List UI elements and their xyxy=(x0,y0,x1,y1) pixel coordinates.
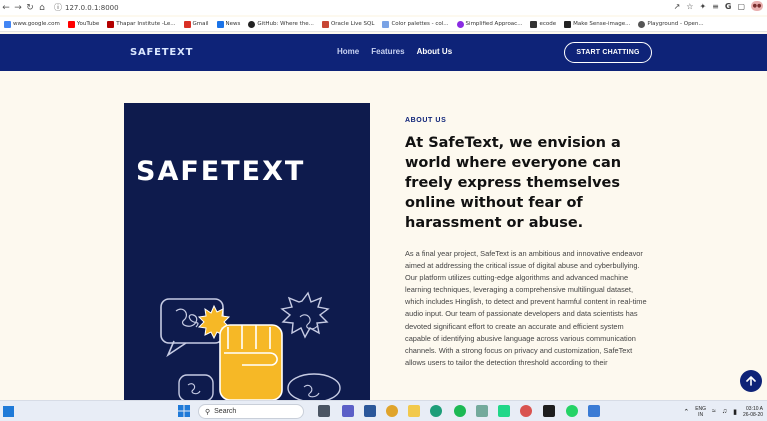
youtube-icon xyxy=(67,20,75,28)
whatsapp-app-icon[interactable] xyxy=(566,405,578,417)
file-explorer-icon[interactable] xyxy=(408,405,420,417)
bookmark-item[interactable]: Oracle Live SQL xyxy=(321,20,374,28)
arrow-up-icon xyxy=(746,376,756,386)
bookmark-item[interactable]: Color palettes - col... xyxy=(382,20,449,28)
makesense-icon xyxy=(564,20,572,28)
battery-icon[interactable]: ▮ xyxy=(733,408,737,416)
scroll-to-top-button[interactable] xyxy=(740,370,762,392)
bookmarks-bar: www.google.com YouTube Thapar Institute … xyxy=(0,17,767,32)
chrome-app-icon[interactable] xyxy=(386,405,398,417)
search-icon: ⚲ xyxy=(205,408,211,416)
profile-avatar[interactable]: ●● xyxy=(751,1,763,11)
info-icon[interactable]: ⓘ xyxy=(54,2,62,13)
nav-home-link[interactable]: Home xyxy=(337,47,359,56)
forward-icon[interactable]: → xyxy=(12,3,24,13)
clock[interactable]: 03:10 A 26-08-20 xyxy=(743,406,763,418)
chatgpt-app-icon[interactable] xyxy=(476,405,488,417)
bookmark-item[interactable]: News xyxy=(216,20,240,28)
about-heading: At SafeText, we envision a world where e… xyxy=(405,135,622,231)
wifi-icon[interactable]: ≈ xyxy=(712,408,716,415)
bookmark-item[interactable]: Playground - Open... xyxy=(638,20,704,28)
volume-icon[interactable]: ♫ xyxy=(722,408,727,415)
raised-fist-illustration xyxy=(160,291,341,400)
url-field[interactable]: ⓘ 127.0.0.1:8000 xyxy=(54,2,119,13)
terminal-app-icon[interactable] xyxy=(543,405,555,417)
search-label: Search xyxy=(214,408,237,415)
simplified-icon xyxy=(456,20,464,28)
bookmark-item[interactable]: GitHub: Where the... xyxy=(248,20,314,28)
site-logo[interactable]: SAFETEXT xyxy=(130,47,193,58)
bookmark-item[interactable]: Thapar Institute -Le... xyxy=(107,20,176,28)
bookmark-item[interactable]: Gmail xyxy=(183,20,209,28)
spotify-app-icon[interactable] xyxy=(454,405,466,417)
reading-list-icon[interactable]: ≡ xyxy=(712,2,719,11)
widgets-icon[interactable] xyxy=(3,406,14,417)
chevron-up-icon[interactable]: ⌃ xyxy=(683,408,689,416)
language-indicator[interactable]: ENG IN xyxy=(695,406,706,418)
start-chatting-button[interactable]: START CHATTING xyxy=(564,42,652,63)
gmail-icon xyxy=(183,20,191,28)
home-icon[interactable]: ⌂ xyxy=(36,3,48,13)
bookmark-item[interactable]: Simplified Approac... xyxy=(456,20,522,28)
word-app-icon[interactable] xyxy=(364,405,376,417)
main-menu: Home Features About Us xyxy=(337,47,452,56)
bookmark-item[interactable]: YouTube xyxy=(67,20,99,28)
windows-taskbar: ⚲ Search ⌃ ENG IN ≈ ♫ ▮ 03:10 A 26-08-20 xyxy=(0,400,767,421)
site-header: SAFETEXT Home Features About Us START CH… xyxy=(0,34,767,71)
about-illustration: SAFETEXT xyxy=(124,103,370,400)
ecode-icon xyxy=(530,20,538,28)
palette-icon xyxy=(382,20,390,28)
bookmark-item[interactable]: www.google.com xyxy=(4,20,60,28)
sidepanel-icon[interactable]: ▢ xyxy=(737,2,745,11)
google-icon[interactable]: G xyxy=(725,2,732,11)
google-icon xyxy=(4,20,11,28)
share-icon[interactable]: ↗ xyxy=(674,2,681,11)
openai-icon xyxy=(638,20,646,28)
oracle-icon xyxy=(321,20,329,28)
photos-app-icon[interactable] xyxy=(588,405,600,417)
back-icon[interactable]: ← xyxy=(0,3,12,13)
nav-features-link[interactable]: Features xyxy=(371,47,404,56)
chrome-active-icon[interactable] xyxy=(520,405,532,417)
chat-app-icon[interactable] xyxy=(342,405,354,417)
about-paragraph: As a final year project, SafeText is an … xyxy=(405,249,647,367)
github-icon xyxy=(248,20,256,28)
system-tray: ⌃ ENG IN ≈ ♫ ▮ 03:10 A 26-08-20 xyxy=(683,401,767,421)
url-text: 127.0.0.1:8000 xyxy=(65,3,119,12)
extensions-icon[interactable]: ✦ xyxy=(699,2,706,11)
browser-address-bar: ← → ↻ ⌂ ⓘ 127.0.0.1:8000 ↗ ☆ ✦ ≡ G ▢ ●● xyxy=(0,0,767,15)
section-label: ABOUT US xyxy=(405,117,447,124)
taskbar-search[interactable]: ⚲ Search xyxy=(198,404,304,419)
bookmark-item[interactable]: Make Sense-image... xyxy=(564,20,630,28)
edge-app-icon[interactable] xyxy=(430,405,442,417)
reload-icon[interactable]: ↻ xyxy=(24,3,36,13)
windows-start-icon[interactable] xyxy=(178,405,190,417)
thapar-icon xyxy=(107,20,115,28)
task-view-icon[interactable] xyxy=(318,405,330,417)
news-icon xyxy=(216,20,224,28)
nav-about-link[interactable]: About Us xyxy=(417,47,453,56)
pycharm-app-icon[interactable] xyxy=(498,405,510,417)
bookmark-item[interactable]: ecode xyxy=(530,20,556,28)
star-icon[interactable]: ☆ xyxy=(686,2,693,11)
